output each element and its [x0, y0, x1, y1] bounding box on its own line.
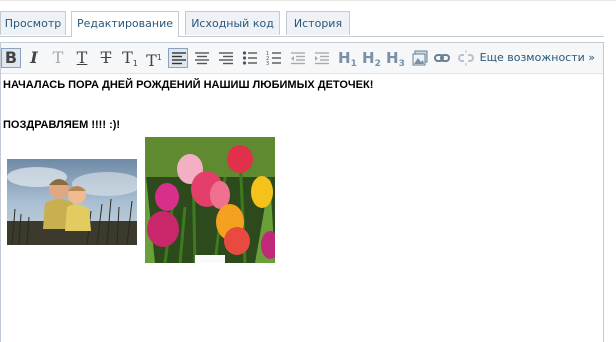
underline-icon[interactable]: T: [72, 48, 92, 68]
plain-text-icon[interactable]: T: [48, 48, 68, 68]
superscript-icon[interactable]: T1: [144, 48, 164, 70]
tab-history[interactable]: История: [286, 11, 350, 35]
tulips-photo[interactable]: [145, 137, 275, 263]
content-line-1: НАЧАЛАСЬ ПОРА ДНЕЙ РОЖДЕНИЙ НАШИШ ЛЮБИМЫ…: [3, 79, 374, 91]
numbered-list-icon[interactable]: 123: [264, 48, 284, 68]
tab-view[interactable]: Просмотр: [0, 11, 66, 35]
heading2-icon[interactable]: H2: [362, 48, 381, 69]
tab-edit[interactable]: Редактирование: [71, 11, 179, 37]
align-center-icon[interactable]: [192, 48, 212, 68]
italic-icon[interactable]: I: [24, 48, 44, 68]
link-icon[interactable]: [432, 48, 452, 68]
editor: B I T T T T1 T1 123 H1 H2 H3 Еще возможн…: [0, 42, 604, 342]
indent-icon[interactable]: [312, 48, 332, 68]
content-line-2: ПОЗДРАВЛЯЕМ !!!! :)!: [3, 119, 121, 131]
strikethrough-icon[interactable]: T: [96, 48, 116, 68]
tab-bar: Просмотр Редактирование Исходный код Ист…: [0, 0, 616, 37]
heading1-icon[interactable]: H1: [338, 48, 357, 69]
bold-icon[interactable]: B: [1, 48, 21, 68]
unlink-icon[interactable]: [456, 48, 476, 68]
insert-image-icon[interactable]: [410, 48, 430, 68]
more-options-link[interactable]: Еще возможности »: [480, 51, 595, 64]
children-photo[interactable]: [7, 159, 137, 245]
subscript-icon[interactable]: T1: [120, 48, 140, 68]
heading3-icon[interactable]: H3: [386, 48, 405, 69]
align-left-icon[interactable]: [168, 48, 188, 68]
formatting-toolbar: B I T T T T1 T1 123 H1 H2 H3 Еще возможн…: [1, 43, 603, 74]
bulleted-list-icon[interactable]: [240, 48, 260, 68]
outdent-icon[interactable]: [288, 48, 308, 68]
align-right-icon[interactable]: [216, 48, 236, 68]
tab-source[interactable]: Исходный код: [185, 11, 280, 35]
svg-text:3: 3: [266, 61, 269, 66]
